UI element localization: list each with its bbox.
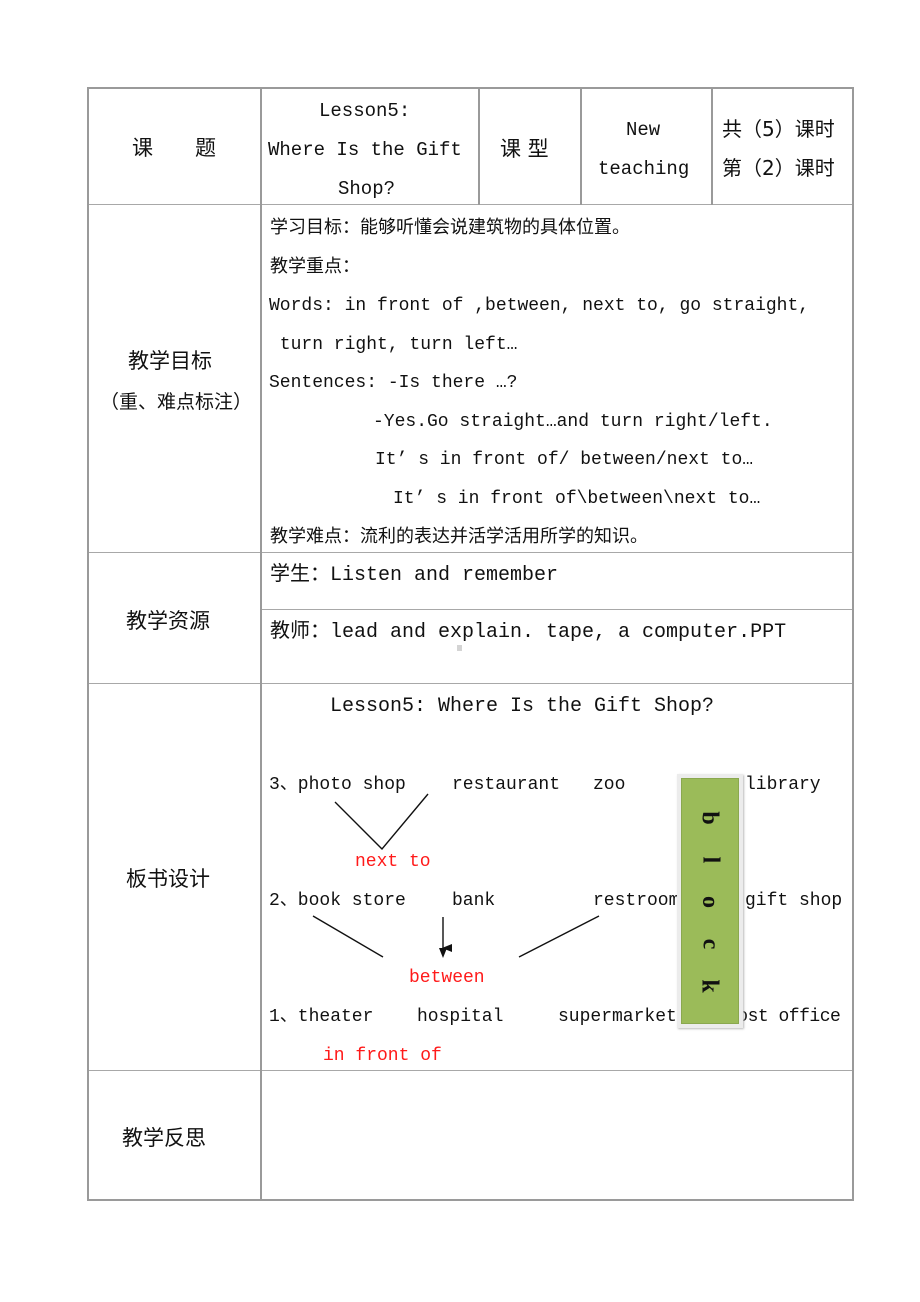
sentences-line-4: It’ s in front of\between\next to… xyxy=(393,489,761,509)
sentences-line-3: It’ s in front of/ between/next to… xyxy=(375,450,754,470)
topic-value-line-2: Where Is the Gift xyxy=(268,139,462,161)
row2-item: gift shop xyxy=(745,891,843,911)
between-left-line xyxy=(312,915,384,958)
sentences-line-2: -Yes.Go straight…and turn right/left. xyxy=(373,412,773,432)
objectives-label: 教学目标 xyxy=(128,349,212,373)
reflection-label: 教学反思 xyxy=(122,1126,206,1150)
relation-in-front-of: in front of xyxy=(323,1046,442,1066)
column-divider xyxy=(260,87,262,1200)
sentences-line-1: Sentences: -Is there …? xyxy=(269,373,518,393)
row-divider xyxy=(87,552,854,553)
table-border-bottom xyxy=(87,1199,854,1201)
row1-item: post office xyxy=(727,1007,841,1027)
type-value-line-2: teaching xyxy=(598,158,690,180)
lesson-plan-document: 课 题 Lesson5: Where Is the Gift Shop? 课 型… xyxy=(0,0,920,1302)
row2-prefix: 2、book store xyxy=(269,891,406,911)
board-title: Lesson5: Where Is the Gift Shop? xyxy=(330,695,715,718)
student-resources: 学生：Listen and remember xyxy=(270,564,559,587)
key-words-line-1: Words: in front of ,between, next to, go… xyxy=(269,296,810,316)
row2-item: bank xyxy=(452,891,496,911)
board-label: 板书设计 xyxy=(126,867,210,891)
row3-prefix: 3、photo shop xyxy=(269,775,406,795)
arrow-head-icon xyxy=(439,948,447,958)
topic-value-line-1: Lesson5: xyxy=(319,100,411,122)
objectives-sublabel: （重、难点标注） xyxy=(100,391,253,413)
block-letter: l xyxy=(696,856,723,864)
period-total: 共（5）课时 xyxy=(722,117,835,141)
relation-between: between xyxy=(409,968,485,988)
learning-goal: 学习目标：能够听懂会说建筑物的具体位置。 xyxy=(270,217,630,238)
relation-next-to: next to xyxy=(355,852,431,872)
row-divider xyxy=(87,204,854,205)
type-value-line-1: New xyxy=(626,119,661,141)
block-letter: b xyxy=(696,811,723,825)
type-label: 课 型 xyxy=(500,137,549,161)
row-divider xyxy=(261,609,854,610)
row-divider xyxy=(87,683,854,684)
key-points-label: 教学重点： xyxy=(270,256,360,277)
row2-item: restroom xyxy=(593,891,680,911)
resources-label: 教学资源 xyxy=(126,609,210,633)
key-words-line-2: turn right, turn left… xyxy=(269,335,518,355)
row3-item: zoo xyxy=(593,775,626,795)
row1-item: supermarket xyxy=(558,1007,677,1027)
teacher-resources: 教师：lead and explain. tape, a computer.PP… xyxy=(270,621,787,644)
block-vertical-text: b l o c k xyxy=(682,779,738,1023)
block-green-fill: b l o c k xyxy=(681,778,739,1024)
board-connector-lines xyxy=(312,793,600,958)
row3-item: library xyxy=(745,775,821,795)
block-letter: k xyxy=(696,979,723,993)
block-label-box: b l o c k xyxy=(677,774,743,1028)
row-divider xyxy=(87,1070,854,1071)
column-divider xyxy=(580,87,582,205)
table-border-right xyxy=(852,87,854,1200)
period-current: 第（2）课时 xyxy=(722,156,835,180)
row3-item: restaurant xyxy=(452,775,561,795)
block-letter: o xyxy=(697,896,723,908)
table-border-top xyxy=(87,87,854,89)
column-divider xyxy=(478,87,480,205)
topic-value-line-3: Shop? xyxy=(338,178,396,200)
column-divider xyxy=(711,87,713,205)
stray-mark xyxy=(457,645,462,651)
table-border-left xyxy=(87,87,89,1200)
row1-item: hospital xyxy=(417,1007,504,1027)
next-to-v-line xyxy=(334,793,429,851)
between-right-line xyxy=(518,915,600,958)
topic-label: 课 题 xyxy=(132,136,216,160)
row1-prefix: 1、theater xyxy=(269,1007,374,1027)
block-letter: c xyxy=(697,938,723,950)
difficult-points: 教学难点：流利的表达并活学活用所学的知识。 xyxy=(270,526,648,547)
